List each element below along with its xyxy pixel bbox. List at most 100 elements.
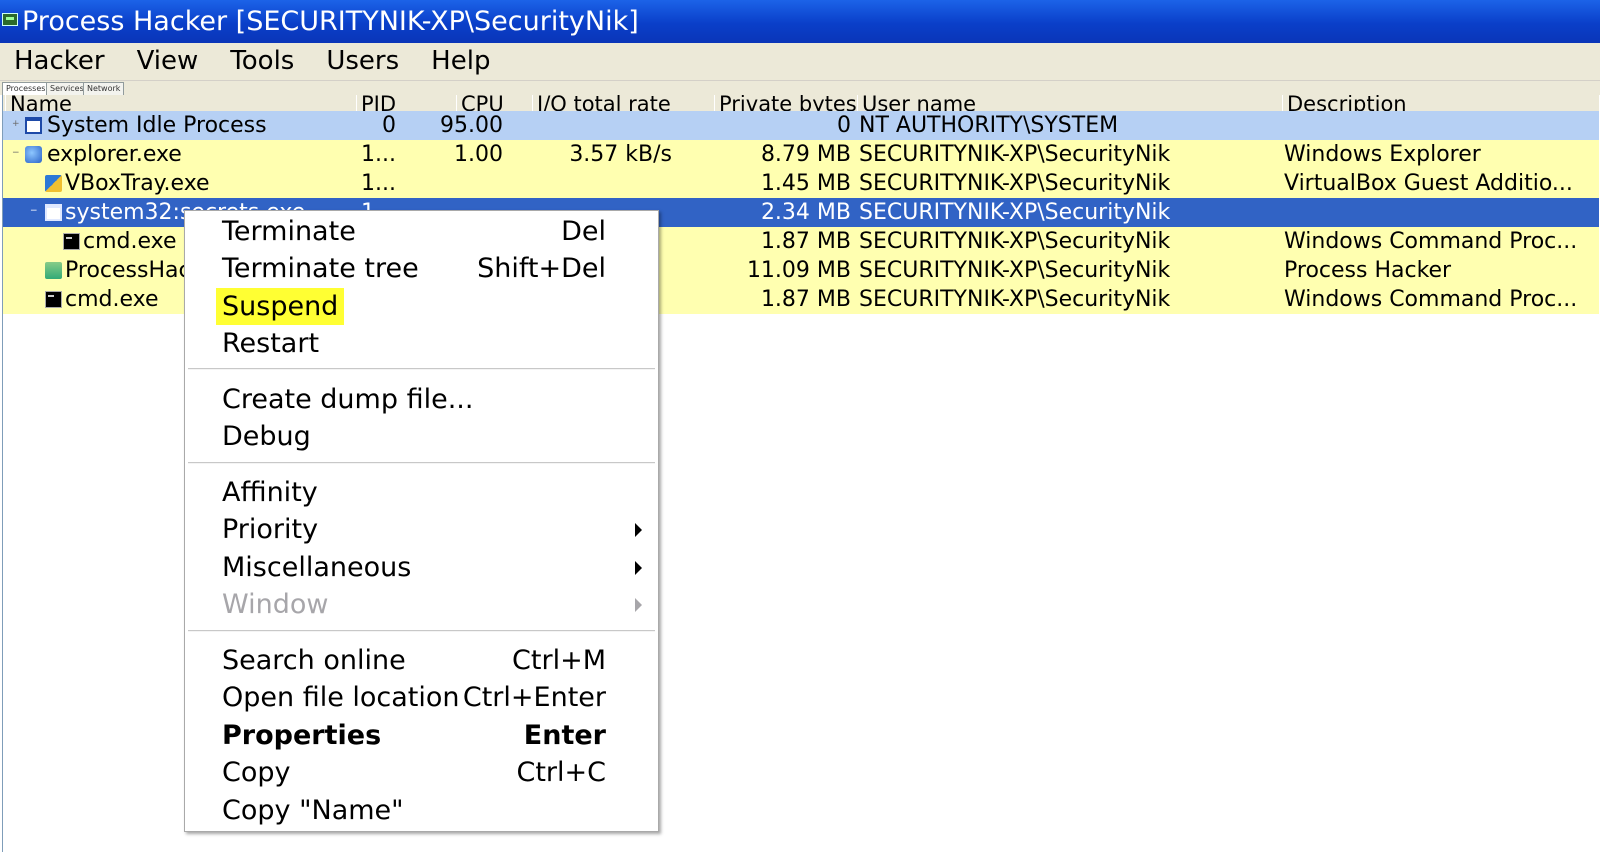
process-user: SECURITYNIK-XP\SecurityNik	[859, 258, 1171, 283]
menu-item-label: Priority	[222, 514, 319, 545]
menu-item-label: Copy	[222, 757, 291, 788]
menu-item-label: Debug	[222, 421, 311, 452]
column-user-name[interactable]: User name	[857, 95, 976, 111]
menu-tools[interactable]: Tools	[214, 43, 310, 80]
column-io-total-rate[interactable]: I/O total rate	[532, 95, 671, 111]
menu-item-copy[interactable]: Copy Ctrl+C	[185, 754, 658, 791]
menu-hacker[interactable]: Hacker	[0, 43, 121, 80]
process-user: SECURITYNIK-XP\SecurityNik	[859, 171, 1171, 196]
menu-bar: Hacker View Tools Users Help	[0, 43, 1600, 81]
menu-item-label: Terminate tree	[222, 253, 419, 284]
virtualbox-icon	[45, 175, 62, 192]
window-title: Process Hacker [SECURITYNIK-XP\SecurityN…	[22, 6, 639, 37]
menu-item-restart[interactable]: Restart	[185, 325, 658, 362]
column-name[interactable]: Name	[5, 95, 72, 111]
process-pid: 1...	[361, 171, 396, 196]
process-name: explorer.exe	[47, 142, 182, 167]
process-private-bytes: 1.87 MB	[760, 287, 851, 312]
process-cpu: 95.00	[440, 113, 503, 138]
process-hacker-icon	[45, 262, 62, 279]
process-io-rate: 3.57 kB/s	[569, 142, 672, 167]
process-row[interactable]: + System Idle Process 0 95.00 0 NT AUTHO…	[3, 111, 1599, 140]
process-user: SECURITYNIK-XP\SecurityNik	[859, 287, 1171, 312]
menu-item-label: Create dump file...	[222, 384, 474, 415]
tab-strip: Processes Services Network	[0, 81, 1600, 95]
menu-item-create-dump-file[interactable]: Create dump file...	[185, 381, 658, 418]
tab-services[interactable]: Services	[46, 82, 88, 95]
menu-item-label: Terminate	[222, 216, 356, 247]
menu-item-terminate-tree[interactable]: Terminate tree Shift+Del	[185, 250, 658, 287]
submenu-arrow-icon	[635, 561, 642, 575]
menu-item-search-online[interactable]: Search online Ctrl+M	[185, 642, 658, 679]
column-private-bytes[interactable]: Private bytes	[714, 95, 857, 111]
menu-users[interactable]: Users	[310, 43, 415, 80]
console-icon	[63, 233, 80, 250]
process-pid: 1...	[361, 142, 396, 167]
process-description: Windows Explorer	[1284, 142, 1481, 167]
process-description: Windows Command Proc...	[1284, 229, 1578, 254]
menu-item-label: Properties	[222, 720, 382, 751]
menu-separator	[188, 630, 655, 632]
menu-help[interactable]: Help	[415, 43, 506, 80]
expand-icon[interactable]: +	[12, 120, 20, 129]
submenu-arrow-icon	[635, 598, 642, 612]
menu-item-label: Search online	[222, 645, 406, 676]
tab-processes[interactable]: Processes	[2, 82, 50, 95]
process-private-bytes: 2.34 MB	[760, 200, 851, 225]
tab-network[interactable]: Network	[83, 82, 125, 95]
menu-item-label: Restart	[222, 328, 320, 359]
menu-view[interactable]: View	[121, 43, 215, 80]
menu-separator	[188, 368, 655, 370]
menu-item-shortcut: Ctrl+M	[512, 645, 606, 676]
process-user: SECURITYNIK-XP\SecurityNik	[859, 200, 1171, 225]
process-name: VBoxTray.exe	[65, 171, 210, 196]
menu-item-label: Open file location	[222, 682, 460, 713]
process-description: Windows Command Proc...	[1284, 287, 1578, 312]
menu-item-properties[interactable]: Properties Enter	[185, 717, 658, 754]
menu-item-copy-name[interactable]: Copy "Name"	[185, 792, 658, 829]
process-private-bytes: 11.09 MB	[746, 258, 851, 283]
menu-item-affinity[interactable]: Affinity	[185, 474, 658, 511]
column-cpu[interactable]: CPU	[456, 95, 504, 111]
column-description[interactable]: Description	[1282, 95, 1407, 111]
menu-item-shortcut: Ctrl+C	[516, 757, 606, 788]
menu-item-miscellaneous[interactable]: Miscellaneous	[185, 549, 658, 586]
menu-separator	[188, 462, 655, 464]
process-row[interactable]: VBoxTray.exe 1... 1.45 MB SECURITYNIK-XP…	[3, 169, 1599, 198]
process-user: SECURITYNIK-XP\SecurityNik	[859, 229, 1171, 254]
process-description: Process Hacker	[1284, 258, 1452, 283]
menu-item-priority[interactable]: Priority	[185, 511, 658, 548]
menu-item-terminate[interactable]: Terminate Del	[185, 213, 658, 250]
column-pid[interactable]: PID	[356, 95, 396, 111]
monitor-icon	[2, 13, 18, 26]
menu-item-label: Window	[222, 589, 329, 620]
submenu-arrow-icon	[635, 523, 642, 537]
process-description: VirtualBox Guest Additio...	[1284, 171, 1573, 196]
menu-item-debug[interactable]: Debug	[185, 418, 658, 455]
menu-item-suspend[interactable]: Suspend	[185, 288, 658, 325]
window-icon	[25, 117, 42, 134]
process-row[interactable]: − explorer.exe 1... 1.00 3.57 kB/s 8.79 …	[3, 140, 1599, 169]
process-name: System Idle Process	[47, 113, 267, 138]
console-icon	[45, 291, 62, 308]
menu-item-label: Affinity	[222, 477, 318, 508]
process-context-menu: Terminate Del Terminate tree Shift+Del S…	[184, 210, 659, 832]
window-icon	[45, 204, 62, 221]
collapse-icon[interactable]: −	[30, 207, 38, 216]
process-user: SECURITYNIK-XP\SecurityNik	[859, 142, 1171, 167]
menu-item-open-file-location[interactable]: Open file location Ctrl+Enter	[185, 679, 658, 716]
process-private-bytes: 1.87 MB	[760, 229, 851, 254]
process-private-bytes: 0	[837, 113, 851, 138]
collapse-icon[interactable]: −	[12, 149, 20, 158]
column-header: Name PID CPU I/O total rate Private byte…	[3, 95, 1599, 112]
menu-item-shortcut: Shift+Del	[477, 253, 606, 284]
menu-item-window: Window	[185, 586, 658, 623]
process-private-bytes: 1.45 MB	[760, 171, 851, 196]
process-pid: 0	[382, 113, 396, 138]
menu-item-label: Suspend	[216, 288, 345, 325]
title-bar[interactable]: Process Hacker [SECURITYNIK-XP\SecurityN…	[0, 0, 1600, 43]
menu-item-shortcut: Enter	[523, 720, 606, 751]
menu-item-shortcut: Ctrl+Enter	[462, 682, 606, 713]
process-user: NT AUTHORITY\SYSTEM	[859, 113, 1119, 138]
process-cpu: 1.00	[454, 142, 503, 167]
